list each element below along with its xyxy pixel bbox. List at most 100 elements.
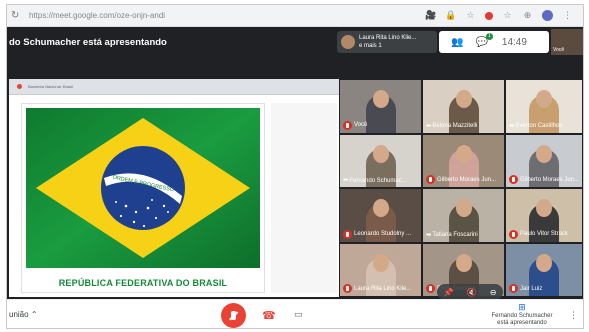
self-preview-name: Você <box>553 47 565 53</box>
participant-name: Everton Castilhos <box>515 123 563 129</box>
participant-tile[interactable]: ••• Belona Mazzitelli <box>422 79 505 134</box>
pin-icon[interactable]: 📌 <box>444 288 454 297</box>
chat-badge: 1 <box>485 32 493 40</box>
brazil-flag-image: ORDEM E PROGRESSO <box>26 108 260 268</box>
participant-face <box>372 144 389 163</box>
participant-name: Paulo Vitor Strack <box>520 231 568 237</box>
reload-icon[interactable]: ↻ <box>11 10 25 21</box>
speaking-dots-icon: ••• <box>426 231 431 239</box>
shared-screen: Bandeira Nacional: Brasil ORDEM E PROGRE… <box>9 79 339 297</box>
people-icon[interactable]: 👥 <box>451 37 463 48</box>
mute-icon[interactable]: 🔇 <box>467 288 477 297</box>
speaking-dots-icon: ••• <box>426 122 431 130</box>
participant-tile[interactable]: ••• Tatiana Foscarini <box>422 188 505 243</box>
browser-address-bar: ↻ https://meet.google.com/oze-onjn-andi … <box>7 5 583 27</box>
menu-kebab-icon[interactable]: ⋮ <box>562 10 573 21</box>
participant-grid: Você ••• Belona Mazzitelli ••• Everton Casti… <box>339 79 583 297</box>
participant-label: Paulo Vitor Strack <box>509 229 568 239</box>
microphone-toggle-button[interactable] <box>221 303 246 328</box>
participant-label: ••• Tatiana Foscarini <box>426 232 478 239</box>
lock-icon[interactable]: 🔒 <box>445 10 456 21</box>
participant-face <box>455 253 472 272</box>
hang-up-button[interactable]: ☎ <box>262 309 276 322</box>
url-text[interactable]: https://meet.google.com/oze-onjn-andi <box>29 11 425 20</box>
present-screen-icon: ⊞ <box>518 302 526 312</box>
camera-permission-icon[interactable]: 🎥 <box>425 10 436 21</box>
chevron-up-icon: ⌃ <box>30 310 38 319</box>
meeting-clock: 14:49 <box>501 36 527 48</box>
speaking-dots-icon: ••• <box>509 122 514 130</box>
participant-tile[interactable]: Gilberto Moraes Jun... <box>505 133 583 188</box>
participant-face <box>372 253 389 272</box>
browser-toolbar: 🎥 🔒 ☆ ☆ ⊕ ⋮ <box>425 10 573 21</box>
tile-hover-controls: 📌 🔇 ⊖ <box>437 284 503 300</box>
participant-name: Gilberto Moraes Jun... <box>520 176 580 183</box>
avatar <box>341 35 355 49</box>
participant-label: Gilberto Moraes Jun... <box>426 175 496 184</box>
present-label-2: está apresentando <box>497 320 547 326</box>
pinned-participant-chip[interactable]: Laura Rita Lino Klie... e mais 1 <box>337 31 437 53</box>
participant-tile[interactable]: Você <box>339 79 422 134</box>
puzzle-icon[interactable]: ⊕ <box>522 10 533 21</box>
present-label-1: Fernando Schumacher <box>491 313 553 319</box>
participant-name: Você <box>354 122 368 128</box>
pinned-name: Laura Rita Lino Klie... <box>359 35 417 41</box>
participant-face <box>372 90 389 108</box>
participant-tile[interactable]: Laura Rita Lino Klie... <box>339 242 422 297</box>
presenting-status-button[interactable]: ⊞ Fernando Schumacher está apresentando <box>487 302 557 327</box>
bottom-toolbar: união ⌃ ☎ ▭ ⊞ Fernando Schumacher está a… <box>7 299 583 328</box>
participant-name: Leonardo Studolny ... <box>354 231 412 237</box>
participant-face <box>455 199 472 217</box>
camera-toggle-button[interactable]: ▭ <box>294 309 303 320</box>
participant-name: Belona Mazzitelli <box>432 123 478 129</box>
participant-label: Jair Luiz <box>509 284 542 293</box>
participant-face <box>536 90 552 108</box>
participant-label: Laura Rita Lino Klie... <box>343 284 411 293</box>
more-options-icon[interactable]: ⋮ <box>569 310 578 321</box>
muted-mic-icon <box>509 229 518 239</box>
participant-tile[interactable]: Gilberto Moraes Jun... <box>422 133 505 188</box>
top-controls: 👥 💬 1 14:49 <box>439 31 549 53</box>
participant-label: ••• Everton Castilhos <box>509 123 562 130</box>
muted-mic-icon <box>343 284 352 293</box>
participant-face <box>536 253 552 272</box>
participant-label: ••• Fernando Schumac... <box>343 177 407 184</box>
muted-mic-icon <box>509 284 518 293</box>
profile-avatar[interactable] <box>542 10 553 21</box>
participant-label: Leonardo Studolny ... <box>343 229 412 239</box>
participant-tile[interactable]: Leonardo Studolny ... <box>339 188 422 243</box>
muted-mic-icon <box>426 284 435 293</box>
participant-label: Você <box>343 120 368 130</box>
participant-tile[interactable]: Paulo Vitor Strack <box>505 188 583 243</box>
participant-face <box>455 90 472 108</box>
screenshot-frame: ↻ https://meet.google.com/oze-onjn-andi … <box>6 4 584 329</box>
participant-face <box>536 199 552 217</box>
participant-label: ••• Belona Mazzitelli <box>426 123 477 130</box>
self-preview-tile: Você <box>551 29 583 55</box>
participant-face <box>372 199 389 217</box>
flag-slide: ORDEM E PROGRESSO REPÚBLICA FEDERATIVA D… <box>21 103 265 293</box>
tab-favicon-icon <box>17 84 22 89</box>
participant-tile[interactable]: ••• Fernando Schumac... <box>339 133 422 188</box>
participant-name: Jair Luiz <box>520 285 543 292</box>
remove-icon[interactable]: ⊖ <box>490 288 497 297</box>
meeting-details-toggle[interactable]: união ⌃ <box>9 310 38 319</box>
shared-page-margin <box>271 103 337 293</box>
star-icon[interactable]: ☆ <box>465 10 476 21</box>
participant-name: Laura Rita Lino Klie... <box>354 285 412 292</box>
extension-icon[interactable] <box>485 11 493 20</box>
participant-tile[interactable]: Jair Luiz <box>505 242 583 297</box>
participant-name: Gilberto Moraes Jun... <box>437 176 497 183</box>
muted-mic-icon <box>426 175 435 184</box>
chat-icon[interactable]: 💬 1 <box>475 32 493 48</box>
slide-caption: REPÚBLICA FEDERATIVA DO BRASIL <box>58 278 228 288</box>
mic-off-icon <box>231 311 236 320</box>
bookmark-star-icon[interactable]: ☆ <box>502 10 513 21</box>
pinned-more: e mais 1 <box>359 43 382 49</box>
speaking-dots-icon: ••• <box>343 177 348 184</box>
participant-label: Gilberto Moraes Jun... <box>509 175 579 184</box>
participant-face <box>455 144 472 163</box>
shared-tab-title: Bandeira Nacional: Brasil <box>28 84 73 89</box>
participant-tile[interactable]: ••• Everton Castilhos <box>505 79 583 134</box>
participant-name: Fernando Schumac... <box>349 177 407 184</box>
